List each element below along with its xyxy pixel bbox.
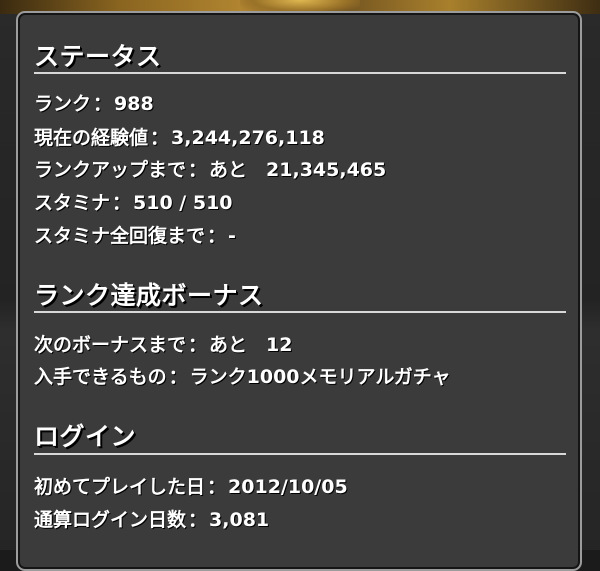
total-login-value: 3,081 bbox=[209, 509, 270, 531]
stamina-recovery-row: スタミナ全回復まで： - bbox=[34, 224, 236, 248]
stamina-label: スタミナ bbox=[34, 192, 111, 214]
current-exp-value: 3,244,276,118 bbox=[171, 127, 325, 149]
rank-row: ランク： 988 bbox=[34, 92, 154, 116]
bonus-reward-label: 入手できるもの bbox=[34, 366, 167, 388]
current-exp-label: 現在の経験値 bbox=[34, 127, 149, 149]
rank-up-row: ランクアップまで：あと 21,345,465 bbox=[34, 158, 386, 182]
stamina-row: スタミナ： 510 / 510 bbox=[34, 191, 233, 215]
current-exp-row: 現在の経験値： 3,244,276,118 bbox=[34, 126, 325, 150]
stamina-recovery-label: スタミナ全回復まで bbox=[34, 225, 206, 247]
rank-up-label: ランクアップまで bbox=[34, 159, 187, 181]
total-login-separator: ： bbox=[188, 509, 208, 531]
bonus-reward-separator: ： bbox=[168, 366, 188, 388]
rank-up-value: あと 21,345,465 bbox=[209, 159, 387, 181]
first-play-separator: ： bbox=[207, 476, 227, 498]
rank-bonus-divider bbox=[34, 311, 566, 313]
login-section-title: ログイン bbox=[34, 422, 137, 451]
rank-value: 988 bbox=[114, 93, 154, 115]
stamina-value: 510 / 510 bbox=[133, 192, 233, 214]
rank-bonus-section-title: ランク達成ボーナス bbox=[34, 281, 264, 310]
next-bonus-row: 次のボーナスまで：あと 12 bbox=[34, 333, 292, 357]
rank-separator: ： bbox=[93, 93, 113, 115]
current-exp-separator: ： bbox=[150, 127, 170, 149]
stamina-recovery-separator: ： bbox=[207, 225, 227, 247]
first-play-label: 初めてプレイした日 bbox=[34, 476, 206, 498]
first-play-row: 初めてプレイした日： 2012/10/05 bbox=[34, 475, 348, 499]
next-bonus-value: あと 12 bbox=[209, 334, 293, 356]
rank-up-separator: ： bbox=[188, 159, 208, 181]
status-section-title: ステータス bbox=[34, 42, 162, 71]
bonus-reward-value: ランク1000メモリアルガチャ bbox=[189, 366, 451, 388]
next-bonus-label: 次のボーナスまで bbox=[34, 334, 187, 356]
stamina-separator: ： bbox=[112, 192, 132, 214]
login-divider bbox=[34, 453, 566, 455]
status-divider bbox=[34, 72, 566, 74]
rank-label: ランク bbox=[34, 93, 92, 115]
total-login-row: 通算ログイン日数： 3,081 bbox=[34, 508, 269, 532]
first-play-value: 2012/10/05 bbox=[228, 476, 348, 498]
next-bonus-separator: ： bbox=[188, 334, 208, 356]
bonus-reward-row: 入手できるもの：ランク1000メモリアルガチャ bbox=[34, 365, 451, 389]
stamina-recovery-value: - bbox=[228, 225, 236, 247]
total-login-label: 通算ログイン日数 bbox=[34, 509, 187, 531]
